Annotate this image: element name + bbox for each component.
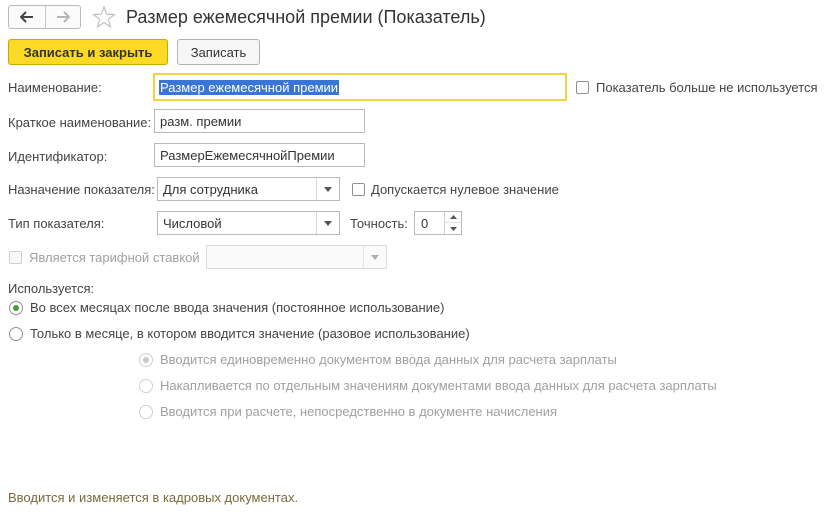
precision-spin-buttons: [444, 212, 461, 234]
suboption-calculation-label: Вводится при расчете, непосредственно в …: [160, 404, 558, 419]
name-input[interactable]: Размер ежемесячной премии: [153, 73, 567, 101]
save-button[interactable]: Записать: [177, 39, 260, 65]
chevron-down-icon: [449, 226, 457, 231]
short-name-label: Краткое наименование:: [8, 115, 152, 130]
chevron-down-icon: [371, 254, 379, 260]
arrow-right-icon: [57, 11, 70, 23]
type-value: Числовой: [163, 215, 222, 231]
chevron-down-icon: [324, 220, 332, 226]
suboption-accumulate-label: Накапливается по отдельным значениям док…: [160, 378, 717, 393]
page-title: Размер ежемесячной премии (Показатель): [126, 7, 486, 27]
purpose-value: Для сотрудника: [163, 181, 258, 197]
precision-label: Точность:: [350, 216, 408, 231]
usage-permanent-label: Во всех месяцах после ввода значения (по…: [30, 300, 445, 315]
star-icon: [91, 5, 117, 29]
chevron-up-icon: [449, 215, 457, 219]
type-select[interactable]: Числовой: [157, 211, 340, 235]
forward-button[interactable]: [45, 6, 81, 28]
precision-spinner[interactable]: 0: [414, 211, 462, 235]
tariff-rate-select[interactable]: [206, 245, 387, 269]
not-used-checkbox[interactable]: [576, 81, 589, 94]
chevron-down-icon: [324, 186, 332, 192]
type-label: Тип показателя:: [8, 216, 105, 231]
precision-decrement-button[interactable]: [445, 223, 461, 234]
purpose-select[interactable]: Для сотрудника: [157, 177, 340, 201]
back-button[interactable]: [9, 6, 46, 28]
purpose-dropdown-button[interactable]: [316, 178, 339, 200]
suboption-calculation-radio[interactable]: [139, 405, 153, 419]
purpose-label: Назначение показателя:: [8, 182, 155, 197]
usage-onetime-radio[interactable]: [9, 327, 23, 341]
save-and-close-button[interactable]: Записать и закрыть: [8, 39, 168, 65]
footer-note: Вводится и изменяется в кадровых докумен…: [8, 490, 299, 505]
suboption-single-label: Вводится единовременно документом ввода …: [160, 352, 617, 367]
radio-selected-dot: [143, 357, 149, 363]
precision-value: 0: [421, 216, 429, 231]
name-label: Наименование:: [8, 80, 102, 95]
usage-onetime-label: Только в месяце, в котором вводится знач…: [30, 326, 470, 341]
radio-selected-dot: [13, 305, 19, 311]
identifier-input[interactable]: РазмерЕжемесячнойПремии: [154, 143, 365, 167]
tariff-rate-dropdown-button[interactable]: [363, 246, 386, 268]
usage-label: Используется:: [8, 281, 95, 296]
arrow-left-icon: [20, 11, 33, 23]
suboption-accumulate-radio[interactable]: [139, 379, 153, 393]
nav-buttons: [8, 5, 81, 29]
name-value: Размер ежемесячной премии: [159, 79, 340, 95]
suboption-single-radio[interactable]: [139, 353, 153, 367]
precision-increment-button[interactable]: [445, 212, 461, 223]
type-dropdown-button[interactable]: [316, 212, 339, 234]
usage-permanent-radio[interactable]: [9, 301, 23, 315]
tariff-rate-checkbox[interactable]: [9, 251, 22, 264]
favorite-button[interactable]: [91, 5, 117, 31]
zero-allowed-checkbox[interactable]: [352, 183, 365, 196]
zero-allowed-label: Допускается нулевое значение: [371, 182, 559, 197]
not-used-label: Показатель больше не используется: [596, 80, 818, 95]
short-name-input[interactable]: разм. премии: [154, 109, 365, 133]
identifier-label: Идентификатор:: [8, 149, 108, 164]
tariff-rate-label: Является тарифной ставкой: [29, 250, 200, 265]
